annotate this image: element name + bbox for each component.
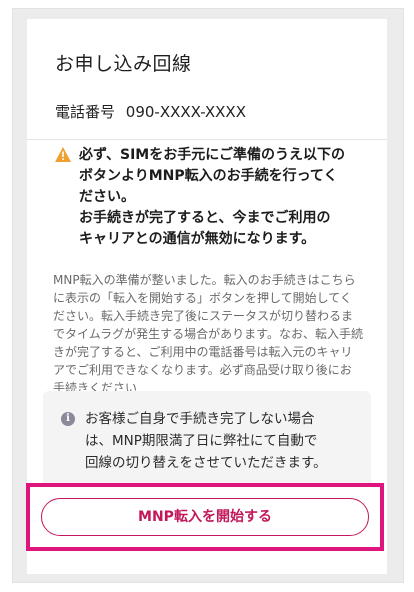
info-icon: i	[61, 412, 75, 426]
info-box: i お客様ご自身で手続き完了しない場合 は、MNP期限満了日に弊社にて自動で 回…	[43, 391, 371, 489]
description-text: MNP転入の準備が整いました。転入のお手続きはこちら に表示の「転入を開始する」…	[53, 271, 369, 397]
description-line: きが完了すると、ご利用中の電話番号は転入元のキャリ	[53, 345, 353, 359]
action-highlight: MNP転入を開始する	[26, 483, 384, 551]
info-line: 回線の切り替えをさせていただきます。	[85, 455, 327, 471]
start-mnp-button[interactable]: MNP転入を開始する	[41, 498, 369, 536]
warning-line: キャリアとの通信が無効になります。	[79, 231, 316, 247]
phone-label: 電話番号	[55, 103, 116, 121]
divider	[27, 139, 387, 140]
phone-number: 090-XXXX-XXXX	[125, 103, 246, 121]
warning-line: ボタンよりMNP転入のお手続を行ってく	[79, 168, 338, 184]
warning-triangle-icon	[55, 147, 71, 162]
description-line: MNP転入の準備が整いました。転入のお手続きはこちら	[53, 273, 356, 287]
warning-text: 必ず、SIMをお手元にご準備のうえ以下の ボタンよりMNP転入のお手続を行ってく…	[79, 145, 379, 250]
warning-line: 必ず、SIMをお手元にご準備のうえ以下の	[79, 147, 345, 163]
warning-line: お手続きが完了すると、今までご利用の	[79, 210, 331, 226]
info-line: は、MNP期限満了日に弊社にて自動で	[85, 433, 318, 449]
description-line: に表示の「転入を開始する」ボタンを押して開始してく	[53, 291, 352, 305]
description-line: アでご利用できなくなります。必ず商品受け取り後にお	[53, 363, 352, 377]
description-line: ださい。転入手続き完了後にステータスが切り替わるま	[53, 309, 354, 323]
description-line: でタイムラグが発生する場合があります。なお、転入手続	[53, 327, 363, 341]
warning-line: ださい。	[79, 189, 135, 205]
section-title: お申し込み回線	[55, 53, 192, 75]
info-text: お客様ご自身で手続き完了しない場合 は、MNP期限満了日に弊社にて自動で 回線の…	[85, 408, 357, 474]
info-line: お客様ご自身で手続き完了しない場合	[85, 411, 315, 427]
phone-row: 電話番号 090-XXXX-XXXX	[55, 101, 246, 122]
